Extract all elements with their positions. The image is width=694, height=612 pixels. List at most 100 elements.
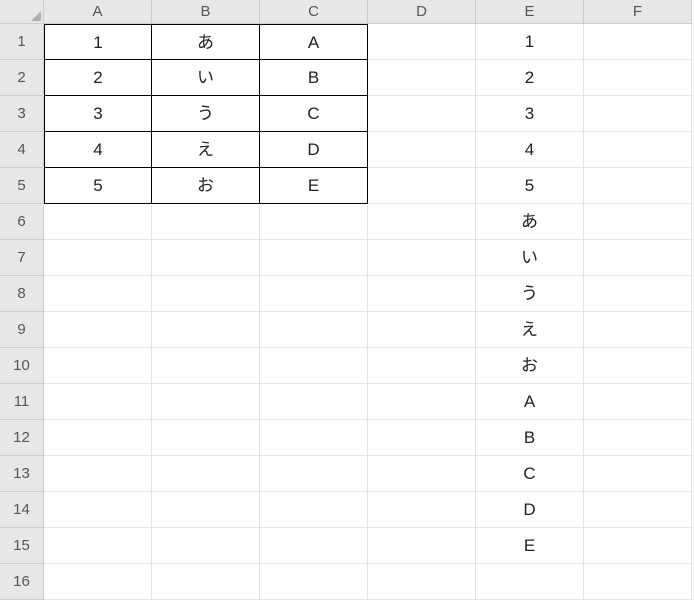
cell-A8[interactable] [44,276,152,312]
cell-B12[interactable] [152,420,260,456]
row-header-8[interactable]: 8 [0,276,44,312]
cell-A13[interactable] [44,456,152,492]
cell-C9[interactable] [260,312,368,348]
cell-D15[interactable] [368,528,476,564]
cell-B8[interactable] [152,276,260,312]
cell-C3[interactable]: C [260,96,368,132]
cell-F14[interactable] [584,492,692,528]
cell-B2[interactable]: い [152,60,260,96]
cell-F12[interactable] [584,420,692,456]
cell-A1[interactable]: 1 [44,24,152,60]
cell-F9[interactable] [584,312,692,348]
cell-E13[interactable]: C [476,456,584,492]
row-header-14[interactable]: 14 [0,492,44,528]
column-header-F[interactable]: F [584,0,692,24]
cell-A15[interactable] [44,528,152,564]
cell-C10[interactable] [260,348,368,384]
row-header-16[interactable]: 16 [0,564,44,600]
cell-C13[interactable] [260,456,368,492]
cell-C8[interactable] [260,276,368,312]
cell-C7[interactable] [260,240,368,276]
cell-A9[interactable] [44,312,152,348]
row-header-11[interactable]: 11 [0,384,44,420]
cell-B16[interactable] [152,564,260,600]
cell-F3[interactable] [584,96,692,132]
cell-F6[interactable] [584,204,692,240]
cell-B15[interactable] [152,528,260,564]
cell-F5[interactable] [584,168,692,204]
row-header-7[interactable]: 7 [0,240,44,276]
cell-D8[interactable] [368,276,476,312]
row-header-1[interactable]: 1 [0,24,44,60]
cell-F7[interactable] [584,240,692,276]
cell-A10[interactable] [44,348,152,384]
cell-B13[interactable] [152,456,260,492]
column-header-D[interactable]: D [368,0,476,24]
cell-D14[interactable] [368,492,476,528]
cell-E8[interactable]: う [476,276,584,312]
cell-F11[interactable] [584,384,692,420]
cell-F10[interactable] [584,348,692,384]
cell-D9[interactable] [368,312,476,348]
cell-D6[interactable] [368,204,476,240]
cell-F4[interactable] [584,132,692,168]
select-all-corner[interactable] [0,0,44,24]
cell-B10[interactable] [152,348,260,384]
cell-B9[interactable] [152,312,260,348]
cell-D1[interactable] [368,24,476,60]
cell-D11[interactable] [368,384,476,420]
cell-E2[interactable]: 2 [476,60,584,96]
cell-A4[interactable]: 4 [44,132,152,168]
cell-E9[interactable]: え [476,312,584,348]
cell-D5[interactable] [368,168,476,204]
row-header-3[interactable]: 3 [0,96,44,132]
cell-D13[interactable] [368,456,476,492]
cell-E3[interactable]: 3 [476,96,584,132]
cell-E16[interactable] [476,564,584,600]
cell-A14[interactable] [44,492,152,528]
row-header-12[interactable]: 12 [0,420,44,456]
cell-C6[interactable] [260,204,368,240]
cell-B4[interactable]: え [152,132,260,168]
cell-F16[interactable] [584,564,692,600]
row-header-6[interactable]: 6 [0,204,44,240]
cell-A7[interactable] [44,240,152,276]
cell-F1[interactable] [584,24,692,60]
cell-E10[interactable]: お [476,348,584,384]
cell-D4[interactable] [368,132,476,168]
cell-A6[interactable] [44,204,152,240]
column-header-B[interactable]: B [152,0,260,24]
spreadsheet-grid[interactable]: ABCDEF11あA122いB233うC344えD455おE56あ7い8う9え1… [0,0,694,600]
cell-C2[interactable]: B [260,60,368,96]
row-header-5[interactable]: 5 [0,168,44,204]
column-header-A[interactable]: A [44,0,152,24]
row-header-4[interactable]: 4 [0,132,44,168]
row-header-15[interactable]: 15 [0,528,44,564]
cell-C1[interactable]: A [260,24,368,60]
cell-C11[interactable] [260,384,368,420]
cell-E6[interactable]: あ [476,204,584,240]
cell-A3[interactable]: 3 [44,96,152,132]
row-header-9[interactable]: 9 [0,312,44,348]
cell-B6[interactable] [152,204,260,240]
cell-D7[interactable] [368,240,476,276]
row-header-13[interactable]: 13 [0,456,44,492]
cell-A5[interactable]: 5 [44,168,152,204]
cell-C15[interactable] [260,528,368,564]
cell-D10[interactable] [368,348,476,384]
cell-F13[interactable] [584,456,692,492]
cell-B5[interactable]: お [152,168,260,204]
column-header-C[interactable]: C [260,0,368,24]
cell-C12[interactable] [260,420,368,456]
row-header-2[interactable]: 2 [0,60,44,96]
cell-D16[interactable] [368,564,476,600]
cell-A11[interactable] [44,384,152,420]
cell-C5[interactable]: E [260,168,368,204]
cell-E12[interactable]: B [476,420,584,456]
cell-E14[interactable]: D [476,492,584,528]
cell-E11[interactable]: A [476,384,584,420]
cell-E7[interactable]: い [476,240,584,276]
cell-B7[interactable] [152,240,260,276]
cell-B14[interactable] [152,492,260,528]
cell-F2[interactable] [584,60,692,96]
